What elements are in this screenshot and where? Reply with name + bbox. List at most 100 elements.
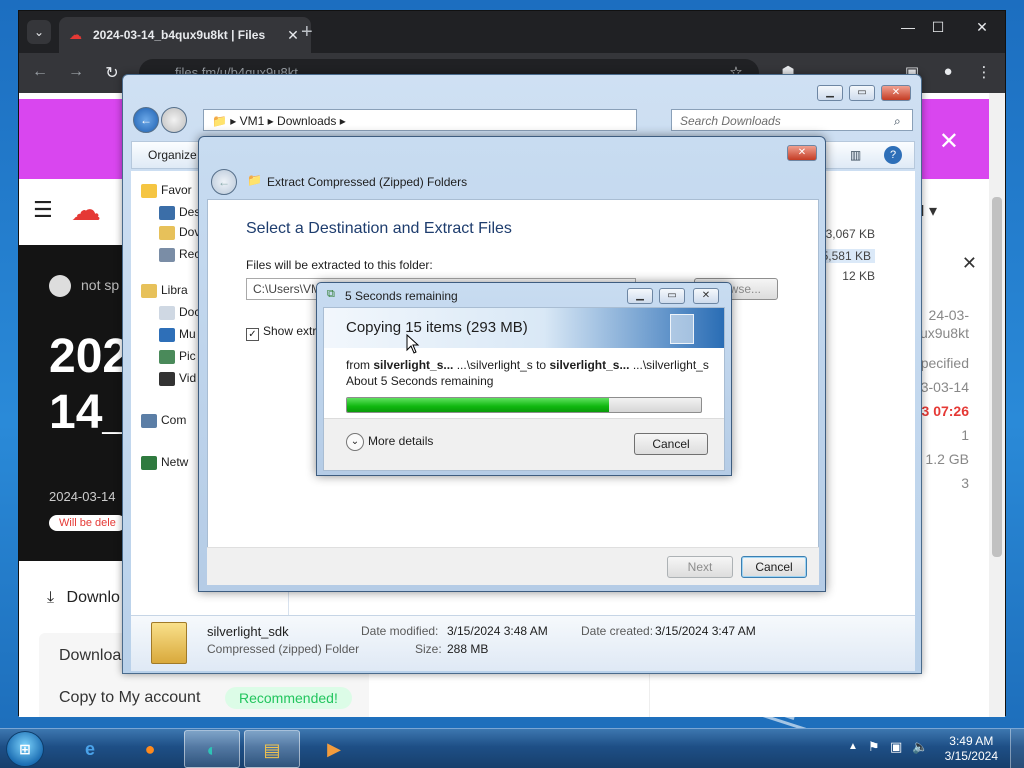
show-desktop-button[interactable] (1010, 729, 1024, 768)
file-size: 12 KB (842, 269, 875, 283)
nav-documents[interactable]: Doc (159, 305, 200, 320)
wizard-cancel-button[interactable]: Cancel (741, 556, 807, 578)
volume-muted-icon[interactable]: 🔈 (912, 739, 928, 755)
clock[interactable]: 3:49 AM 3/15/2024 (945, 734, 998, 764)
nav-computer[interactable]: Com (141, 413, 186, 428)
copy-cancel-button[interactable]: Cancel (634, 433, 708, 455)
download-row[interactable]: ⤓ Downlo (47, 589, 120, 607)
close-button[interactable]: ✕ (967, 19, 997, 36)
minimize-button[interactable]: — (893, 19, 923, 35)
wizard-close-button[interactable]: ✕ (787, 145, 817, 161)
nav-desktop[interactable]: Des (159, 205, 200, 220)
tab-search-button[interactable]: ⌄ (27, 20, 51, 44)
copy-minimize-button[interactable]: ▁ (627, 288, 653, 304)
forward-icon[interactable]: → (65, 63, 87, 81)
star-icon (141, 183, 157, 198)
nav-network[interactable]: Netw (141, 455, 188, 470)
tray-expand-icon[interactable]: ▲ (848, 741, 858, 752)
help-icon[interactable]: ? (884, 146, 902, 164)
source-name-link[interactable]: silverlight_s... (373, 358, 453, 372)
reload-icon[interactable]: ↻ (101, 63, 123, 83)
checkbox-label: Show extra (263, 324, 324, 338)
nav-recent[interactable]: Rec (159, 247, 200, 262)
filesfm-logo-icon[interactable]: ☁ (71, 193, 101, 228)
side-panel-close-icon[interactable]: ✕ (962, 253, 977, 274)
explorer-close-button[interactable]: ✕ (881, 85, 911, 101)
nav-videos[interactable]: Vid (159, 371, 196, 386)
created-value: 3/15/2024 3:47 AM (655, 624, 756, 638)
search-placeholder: Search Downloads (680, 114, 781, 128)
new-tab-button[interactable]: + (301, 21, 313, 44)
size-label: Size: (415, 642, 442, 656)
forward-icon[interactable] (161, 107, 187, 133)
details-type: Compressed (zipped) Folder (207, 642, 360, 656)
info-value: 24-03- (928, 307, 969, 323)
explorer-minimize-button[interactable]: ▁ (817, 85, 843, 101)
scroll-thumb[interactable] (992, 197, 1002, 557)
organize-button[interactable]: Organize (148, 148, 197, 162)
maximize-button[interactable]: ☐ (923, 19, 953, 36)
downloads-icon (159, 225, 175, 240)
breadcrumb-item[interactable]: Downloads (277, 114, 336, 128)
back-icon[interactable]: ← (29, 63, 51, 81)
internet-explorer-icon[interactable]: e (62, 730, 118, 768)
next-button[interactable]: Next (667, 556, 733, 578)
checkbox-checked-icon[interactable]: ✓ (246, 328, 259, 341)
info-value: ux9u8kt (919, 325, 969, 341)
nav-pictures[interactable]: Pic (159, 349, 196, 364)
document-graphic-icon (670, 314, 694, 344)
breadcrumb-item[interactable]: VM1 (240, 114, 265, 128)
download-row-label: Downlo (66, 589, 120, 606)
folder-icon: 📁 (212, 114, 227, 128)
media-player-icon[interactable]: ▶ (306, 730, 362, 768)
wizard-title: Extract Compressed (Zipped) Folders (267, 175, 468, 189)
folder-title-line1: 202 (49, 330, 130, 383)
info-value: 1 (961, 427, 969, 443)
nav-label: Com (161, 413, 187, 427)
destination-name-link[interactable]: silverlight_s... (549, 358, 629, 372)
more-details-toggle[interactable]: ⌄ More details (346, 433, 433, 451)
menu-kebab-icon[interactable]: ⋮ (973, 63, 995, 81)
network-icon[interactable]: ▣ (890, 739, 902, 755)
edge-icon[interactable]: ◐ (184, 730, 240, 768)
nav-music[interactable]: Mu (159, 327, 196, 342)
tab-close-icon[interactable]: ✕ (285, 27, 301, 44)
copy-close-button[interactable]: ✕ (693, 288, 719, 304)
tab-title: 2024-03-14_b4qux9u8kt | Files (93, 28, 266, 42)
download-option[interactable]: Downloa (59, 647, 121, 665)
back-icon[interactable]: ← (133, 107, 159, 133)
explorer-maximize-button[interactable]: ▭ (849, 85, 875, 101)
show-extracted-checkbox[interactable]: ✓ Show extra (246, 324, 323, 341)
action-center-flag-icon[interactable]: ⚑ (868, 739, 880, 755)
from-prefix: from (346, 358, 374, 372)
copy-to-account-option[interactable]: Copy to My account (59, 689, 200, 707)
download-icon: ⤓ (47, 589, 55, 606)
address-bar[interactable]: 📁 ▸ VM1 ▸ Downloads ▸ (203, 109, 637, 131)
nav-favorites[interactable]: Favor (141, 183, 192, 198)
wizard-back-icon[interactable]: ← (211, 169, 237, 195)
nav-label: Netw (161, 455, 189, 469)
wizard-header: ← 📁 Extract Compressed (Zipped) Folders (207, 165, 819, 199)
browser-tab[interactable]: ☁ 2024-03-14_b4qux9u8kt | Files ✕ (59, 17, 311, 53)
wizard-footer: Next Cancel (207, 547, 819, 585)
nav-downloads[interactable]: Dov (159, 225, 200, 240)
filesfm-favicon-icon: ☁ (69, 27, 82, 42)
copy-restore-button[interactable]: ▭ (659, 288, 685, 304)
nav-label: Favor (161, 183, 192, 197)
start-button[interactable]: ⊞ (6, 731, 44, 767)
copy-footer: ⌄ More details Cancel (324, 418, 724, 470)
folder-date: 2024-03-14 (49, 489, 116, 504)
page-scrollbar[interactable] (989, 93, 1005, 717)
clock-date: 3/15/2024 (944, 749, 998, 763)
recommended-badge: Recommended! (225, 687, 352, 709)
search-input[interactable]: Search Downloads ⌕ (671, 109, 913, 131)
firefox-icon[interactable]: ● (122, 730, 178, 768)
hamburger-menu-icon[interactable]: ☰ (33, 197, 53, 223)
profile-icon[interactable]: ● (937, 63, 959, 80)
preview-pane-icon[interactable]: ▥ (850, 148, 861, 162)
file-explorer-icon[interactable]: ▤ (244, 730, 300, 768)
banner-close-icon[interactable]: ✕ (939, 127, 959, 156)
copy-header-band: Copying 15 items (293 MB) (324, 308, 724, 348)
nav-libraries[interactable]: Libra (141, 283, 188, 298)
nav-label: Pic (179, 349, 196, 363)
